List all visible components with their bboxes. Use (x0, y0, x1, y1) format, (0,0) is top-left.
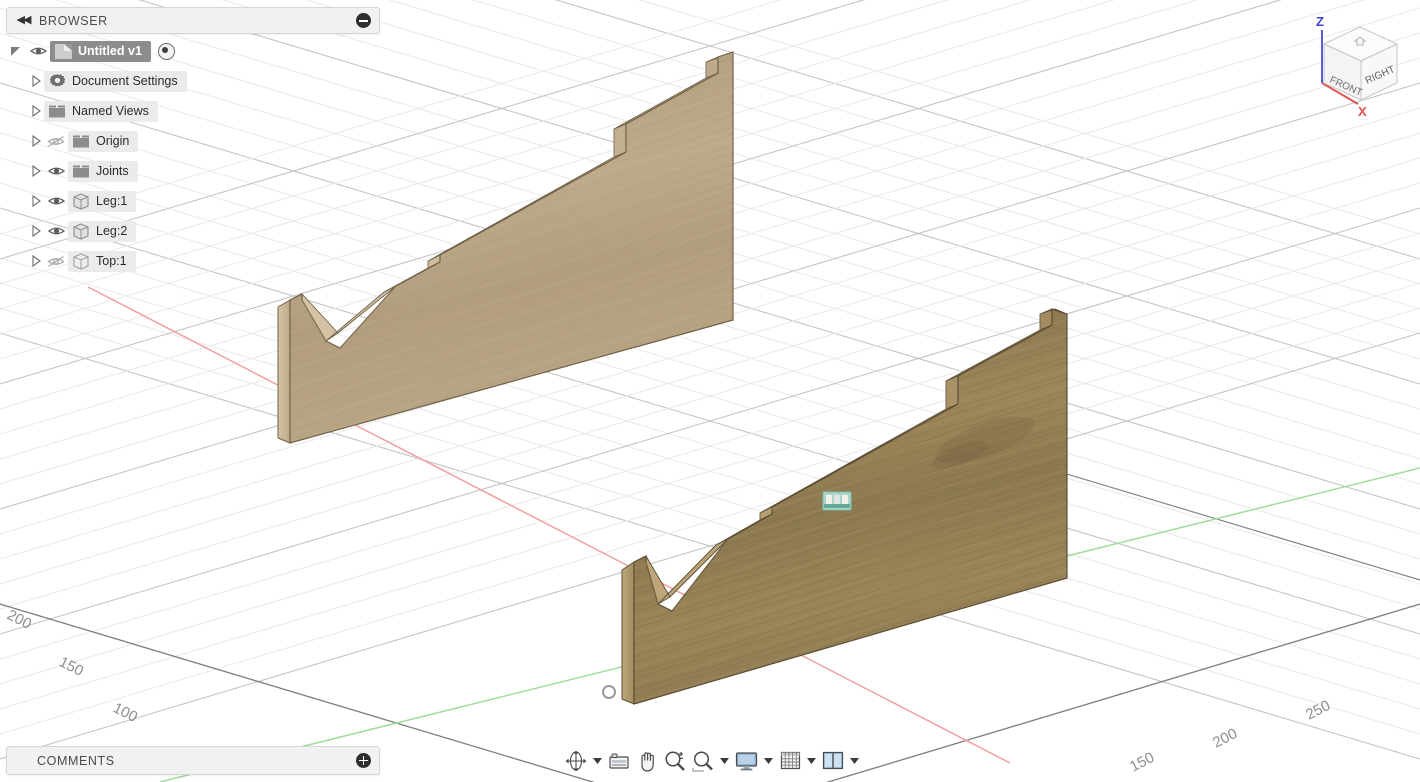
plus-circle-icon[interactable] (356, 753, 371, 768)
tree-item-chip[interactable]: Leg:1 (68, 190, 137, 212)
comments-title: COMMENTS (37, 753, 115, 768)
minus-circle-icon[interactable] (356, 13, 371, 28)
fusion-360-window: 200 150 100 150 200 250 ◀◀ BROWSER Untit… (0, 0, 1420, 782)
component-icon (68, 252, 94, 270)
joint-glyph-a (826, 495, 832, 504)
tree-item-label: Leg:2 (96, 224, 128, 238)
display-dropdown-caret-icon[interactable] (762, 747, 775, 775)
tree-row-leg-2[interactable]: Leg:2 (6, 220, 380, 242)
leg2-end-face (621, 561, 635, 705)
grid-dropdown-caret-icon[interactable] (805, 747, 818, 775)
viewcube-axis-label-z: Z (1316, 14, 1324, 29)
tree-item-chip[interactable]: Origin (68, 130, 139, 152)
chevron-double-left-icon[interactable]: ◀◀ (16, 14, 32, 28)
viewports-dropdown-caret-icon[interactable] (848, 747, 861, 775)
tree-row-untitled[interactable]: Untitled v1 (6, 40, 380, 62)
tree-row-document-settings[interactable]: Document Settings (6, 70, 380, 92)
browser-title: BROWSER (39, 13, 108, 28)
leg1-end-face (277, 299, 291, 444)
view-cube[interactable]: Z X FRONT RIGHT (1292, 8, 1418, 132)
browser-panel[interactable]: ◀◀ BROWSER Untitled v1 Document Settings… (6, 7, 380, 280)
joint-glyph-b (834, 495, 840, 504)
viewcube-body[interactable]: FRONT RIGHT (1322, 26, 1399, 101)
document-icon (50, 43, 76, 60)
look-at-camera-icon[interactable] (606, 747, 632, 775)
tree-item-chip[interactable]: Joints (68, 160, 138, 182)
eye-hidden-icon[interactable] (44, 255, 68, 268)
monitor-icon[interactable] (733, 747, 760, 775)
triangle-right-icon[interactable] (28, 195, 44, 207)
tree-root-label: Untitled v1 (78, 44, 142, 58)
comments-panel[interactable]: COMMENTS (6, 746, 380, 775)
tree-item-chip[interactable]: Top:1 (68, 250, 136, 272)
tree-item-label: Leg:1 (96, 194, 128, 208)
triangle-right-icon[interactable] (28, 75, 44, 87)
triangle-right-icon[interactable] (28, 165, 44, 177)
gear-icon (44, 73, 70, 90)
tree-row-leg-1[interactable]: Leg:1 (6, 190, 380, 212)
viewcube-axis-label-x: X (1358, 104, 1367, 119)
tree-item-label: Named Views (72, 104, 149, 118)
tree-item-label: Top:1 (96, 254, 127, 268)
joint-indicator[interactable] (822, 491, 852, 511)
pan-hand-icon[interactable] (634, 747, 660, 775)
component-icon (68, 192, 94, 210)
component-icon (68, 222, 94, 240)
zoom-dropdown-caret-icon[interactable] (718, 747, 731, 775)
eye-visible-icon[interactable] (44, 195, 68, 207)
folder-icon (68, 163, 94, 179)
eye-hidden-icon[interactable] (44, 135, 68, 148)
grid-icon[interactable] (777, 747, 803, 775)
tree-item-chip[interactable]: Named Views (44, 100, 158, 122)
folder-icon (68, 133, 94, 149)
zoom-window-icon[interactable] (690, 747, 716, 775)
tree-row-origin[interactable]: Origin (6, 130, 380, 152)
tree-row-joints[interactable]: Joints (6, 160, 380, 182)
tree-item-chip[interactable]: Document Settings (44, 70, 187, 92)
orbit-dropdown-caret-icon[interactable] (591, 747, 604, 775)
tree-item-label: Document Settings (72, 74, 178, 88)
tree-item-label: Origin (96, 134, 130, 148)
browser-header[interactable]: ◀◀ BROWSER (6, 7, 380, 34)
triangle-down-icon[interactable] (6, 45, 24, 58)
radio-dot-icon[interactable] (157, 42, 175, 60)
folder-icon (44, 103, 70, 119)
navigation-bar[interactable] (563, 746, 861, 776)
orbit-icon[interactable] (563, 747, 589, 775)
tree-item-chip[interactable]: Leg:2 (68, 220, 137, 242)
browser-tree[interactable]: Untitled v1 Document Settings Named View… (6, 40, 380, 272)
tree-row-named-views[interactable]: Named Views (6, 100, 380, 122)
joint-glyph-c (842, 495, 848, 504)
tree-row-top-1[interactable]: Top:1 (6, 250, 380, 272)
tree-root-chip[interactable]: Untitled v1 (50, 40, 151, 62)
triangle-right-icon[interactable] (28, 105, 44, 117)
viewports-icon[interactable] (820, 747, 846, 775)
triangle-right-icon[interactable] (28, 135, 44, 147)
zoom-in-icon[interactable] (662, 747, 688, 775)
eye-visible-icon[interactable] (44, 165, 68, 177)
tree-item-label: Joints (96, 164, 129, 178)
triangle-right-icon[interactable] (28, 225, 44, 237)
eye-visible-icon[interactable] (26, 45, 50, 57)
triangle-right-icon[interactable] (28, 255, 44, 267)
eye-visible-icon[interactable] (44, 225, 68, 237)
joint-glyph-base (824, 504, 850, 508)
